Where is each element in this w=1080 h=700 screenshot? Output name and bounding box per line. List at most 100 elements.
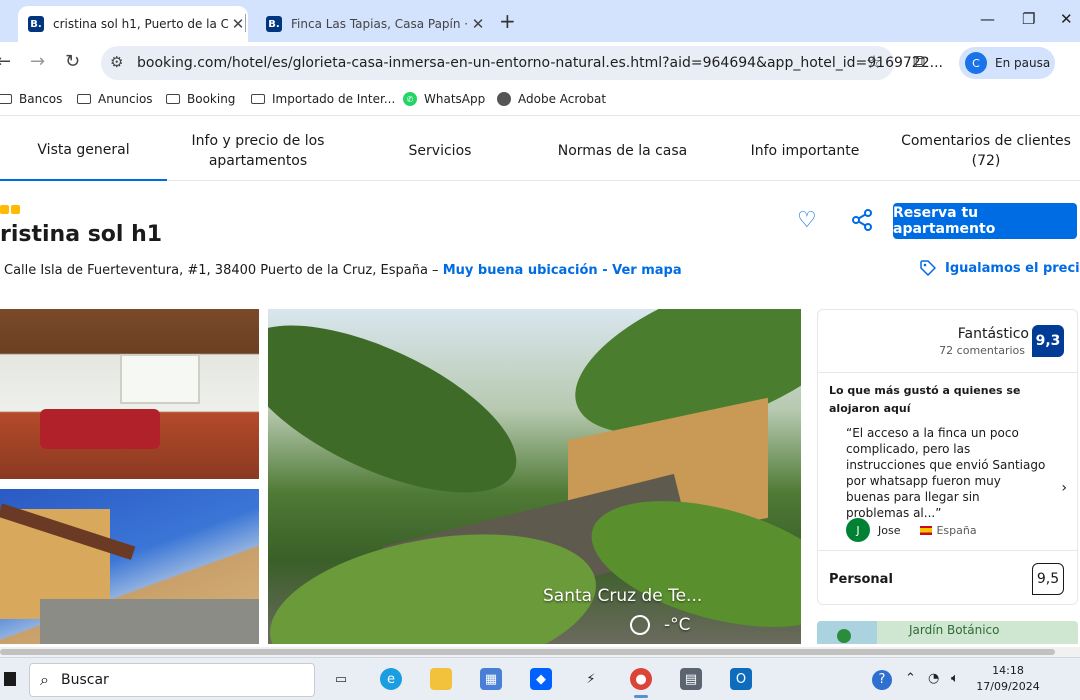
forward-arrow-icon[interactable]: →: [30, 51, 45, 72]
price-match-label: Igualamos el precio: [945, 260, 1080, 276]
nav-servicios[interactable]: Servicios: [380, 121, 500, 181]
url-text[interactable]: booking.com/hotel/es/glorieta-casa-inmer…: [137, 55, 943, 71]
reload-icon[interactable]: ↻: [65, 51, 80, 72]
bookmark-label: Adobe Acrobat: [518, 92, 607, 106]
windows-taskbar: ⌕ Buscar ▭ e ▦ ◆ ⚡ ● ▤ O ? ⌃ ◔ 🔈︎ 14:18 …: [0, 657, 1080, 700]
bookmark-label: WhatsApp: [424, 92, 486, 106]
photo-leaf-shape: [268, 309, 540, 527]
nav-comentarios[interactable]: Comentarios de clientes (72): [900, 121, 1072, 181]
bookmark-adobe-acrobat[interactable]: Adobe Acrobat: [497, 92, 606, 106]
reserve-button[interactable]: Reserva tu apartamento: [893, 203, 1077, 239]
photo-window-shape: [120, 354, 200, 404]
whatsapp-icon: ✆: [403, 92, 417, 106]
tab-title: cristina sol h1, Puerto de la Cruz: [53, 17, 228, 31]
bookmark-bancos[interactable]: Bancos: [0, 92, 62, 106]
acrobat-icon: [497, 92, 511, 106]
spain-flag-icon: [920, 525, 933, 535]
browser-toolbar: ← → ↻ ⚙ booking.com/hotel/es/glorieta-ca…: [0, 42, 1080, 84]
profile-button[interactable]: C En pausa: [959, 47, 1055, 79]
price-tag-icon: [920, 260, 936, 276]
temperature-value: -°C: [664, 615, 691, 635]
reviewer-country: España: [936, 523, 977, 537]
microsoft-store-icon[interactable]: ▦: [480, 668, 502, 690]
photo-living-room[interactable]: [0, 309, 259, 479]
calculator-icon[interactable]: ▤: [680, 668, 702, 690]
bookmark-star-icon[interactable]: ☆: [866, 52, 882, 73]
map-pin-icon: [837, 629, 851, 643]
location-map-link[interactable]: Muy buena ubicación - Ver mapa: [443, 263, 682, 278]
folder-icon: [0, 94, 12, 104]
folder-icon: [251, 94, 265, 104]
bookmark-anuncios[interactable]: Anuncios: [77, 92, 153, 106]
restore-button[interactable]: ❐: [1022, 10, 1035, 28]
photo-stone-wall-shape: [40, 599, 259, 644]
reviewer-name: Jose: [878, 523, 901, 537]
photo-main-garden[interactable]: Santa Cruz de Te... -°C: [268, 309, 801, 644]
tab-cristina-sol[interactable]: B. cristina sol h1, Puerto de la Cruz ✕: [18, 6, 248, 42]
address-bar[interactable]: ⚙ booking.com/hotel/es/glorieta-casa-inm…: [101, 46, 943, 80]
liked-heading: Lo que más gustó a quienes se alojaron a…: [829, 384, 1021, 415]
wifi-icon[interactable]: ◔: [928, 671, 939, 686]
chrome-icon[interactable]: ●: [630, 668, 652, 698]
property-address: Calle Isla de Fuerteventura, #1, 38400 P…: [4, 263, 682, 278]
file-explorer-icon[interactable]: [430, 668, 452, 690]
chevron-right-icon[interactable]: ›: [1061, 480, 1067, 496]
minimize-button[interactable]: —: [980, 10, 995, 28]
divider: [818, 372, 1077, 373]
search-icon: ⌕: [40, 670, 49, 689]
heart-save-icon[interactable]: ♡: [797, 208, 817, 233]
price-match-link[interactable]: Igualamos el precio: [920, 260, 1080, 276]
close-window-button[interactable]: ✕: [1060, 10, 1073, 28]
map-preview[interactable]: Jardín Botánico: [817, 621, 1078, 644]
search-placeholder: Buscar: [60, 672, 109, 688]
extensions-puzzle-icon[interactable]: ⧉: [913, 52, 925, 72]
new-tab-button[interactable]: +: [499, 9, 516, 33]
windows-start-icon[interactable]: [4, 672, 16, 686]
bookmark-label: Importado de Inter...: [272, 92, 396, 106]
tab-separator: [245, 14, 246, 32]
star-rating: [0, 205, 20, 214]
bookmark-label: Booking: [187, 92, 236, 106]
map-place-label: Jardín Botánico: [909, 623, 1000, 637]
app-bolt-icon[interactable]: ⚡: [580, 668, 602, 690]
bookmarks-bar: Bancos Anuncios Booking Importado de Int…: [0, 84, 1080, 116]
address-text: Calle Isla de Fuerteventura, #1, 38400 P…: [4, 263, 439, 278]
photo-sofa-shape: [40, 409, 160, 449]
outlook-icon[interactable]: O: [730, 668, 752, 690]
bookmark-label: Bancos: [19, 92, 63, 106]
folder-icon: [77, 94, 91, 104]
sun-icon: [630, 615, 650, 635]
taskbar-search[interactable]: ⌕ Buscar: [29, 663, 315, 697]
system-clock[interactable]: 14:18 17/09/2024: [975, 663, 1041, 695]
nav-vista-general[interactable]: Vista general: [0, 121, 167, 181]
nav-info-precio[interactable]: Info y precio de los apartamentos: [180, 121, 336, 181]
review-verdict: Fantástico: [957, 326, 1029, 342]
review-count[interactable]: 72 comentarios: [939, 344, 1025, 357]
photo-exterior-terrace[interactable]: [0, 489, 259, 644]
dropbox-icon[interactable]: ◆: [530, 668, 552, 690]
tab-finca-las-tapias[interactable]: B. Finca Las Tapias, Casa Papín · ✕: [256, 6, 488, 42]
volume-icon[interactable]: 🔈︎: [951, 671, 959, 686]
edge-icon[interactable]: e: [380, 668, 402, 690]
staff-label: Personal: [829, 572, 893, 587]
bookmark-label: Anuncios: [98, 92, 153, 106]
profile-status: En pausa: [995, 56, 1051, 70]
nav-normas[interactable]: Normas de la casa: [545, 121, 700, 181]
horizontal-scrollbar[interactable]: [0, 647, 1080, 657]
weather-city: Santa Cruz de Te...: [543, 586, 703, 606]
chevron-up-icon[interactable]: ⌃: [905, 671, 916, 686]
task-view-icon[interactable]: ▭: [330, 668, 352, 690]
nav-info-importante[interactable]: Info importante: [735, 121, 875, 181]
booking-favicon-icon: B.: [266, 16, 282, 32]
share-icon[interactable]: [850, 208, 874, 232]
help-icon[interactable]: ?: [872, 670, 892, 690]
clock-time: 14:18: [992, 664, 1024, 677]
site-settings-icon[interactable]: ⚙: [110, 53, 123, 71]
back-arrow-icon[interactable]: ←: [0, 51, 11, 72]
bookmark-whatsapp[interactable]: ✆ WhatsApp: [403, 92, 485, 106]
divider: [818, 550, 1077, 551]
scrollbar-thumb[interactable]: [0, 649, 1055, 655]
bookmark-booking[interactable]: Booking: [166, 92, 235, 106]
close-tab-icon[interactable]: ✕: [468, 15, 488, 33]
bookmark-importado[interactable]: Importado de Inter...: [251, 92, 395, 106]
